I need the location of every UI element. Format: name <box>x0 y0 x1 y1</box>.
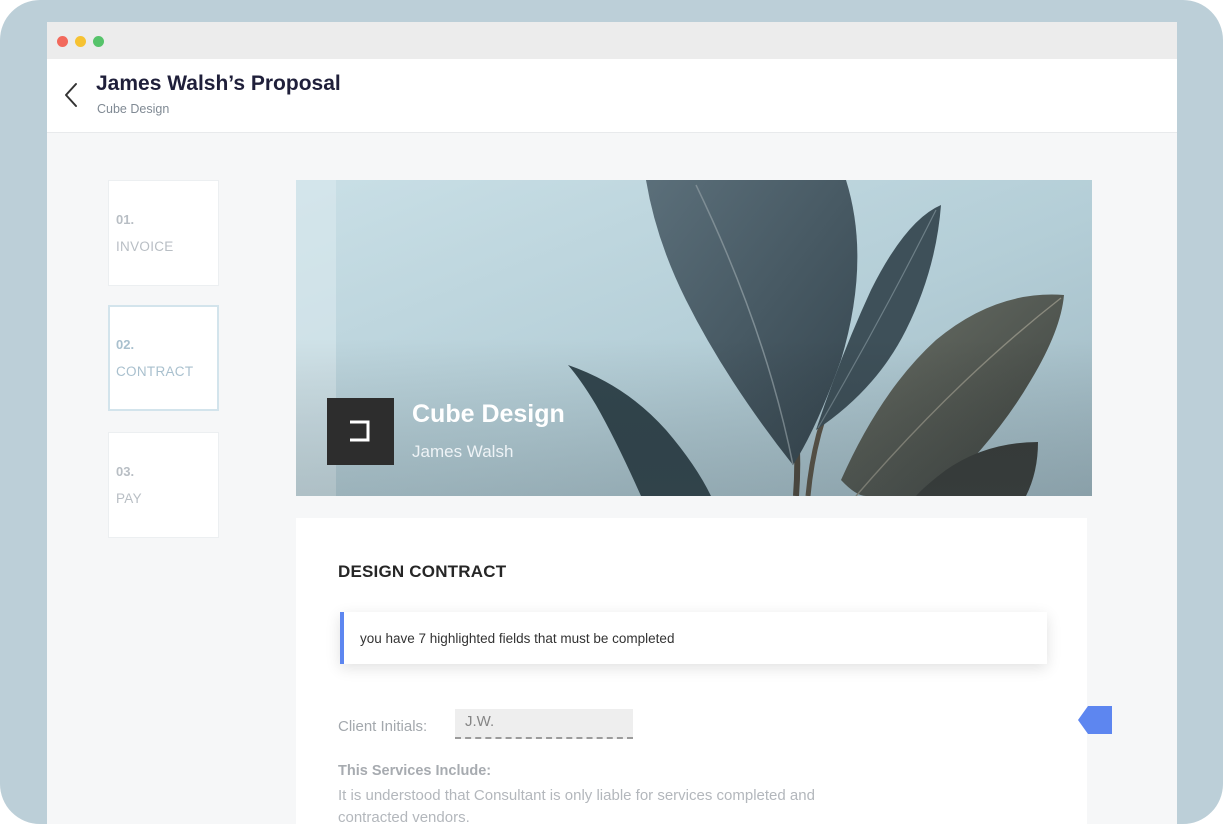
page-subtitle: Cube Design <box>97 102 170 116</box>
step-number: 02. <box>116 337 135 352</box>
field-marker-tag-icon[interactable] <box>1078 706 1112 734</box>
minimize-window-button[interactable] <box>75 36 86 47</box>
client-initials-field[interactable]: J.W. <box>455 709 633 739</box>
notice-text: you have 7 highlighted fields that must … <box>360 631 675 646</box>
hero-company-name: Cube Design <box>412 400 565 428</box>
step-label: PAY <box>116 491 142 506</box>
page-title: James Walsh’s Proposal <box>96 72 341 95</box>
hero-client-name: James Walsh <box>412 442 514 461</box>
contract-title: DESIGN CONTRACT <box>338 562 507 581</box>
bracket-logo-icon <box>350 420 370 442</box>
client-initials-value: J.W. <box>465 713 495 730</box>
back-arrow-icon[interactable] <box>61 81 83 109</box>
company-logo <box>327 398 394 465</box>
step-pay[interactable]: 03. PAY <box>108 432 219 538</box>
client-initials-label: Client Initials: <box>338 718 428 735</box>
step-contract[interactable]: 02. CONTRACT <box>108 305 219 411</box>
app-window: James Walsh’s Proposal Cube Design 01. I… <box>47 22 1177 824</box>
services-heading: This Services Include: <box>338 763 492 779</box>
window-titlebar <box>47 22 1177 59</box>
step-label: CONTRACT <box>116 364 194 379</box>
close-window-button[interactable] <box>57 36 68 47</box>
step-label: INVOICE <box>116 239 174 254</box>
services-text: It is understood that Consultant is only… <box>338 787 815 824</box>
contract-card: DESIGN CONTRACT you have 7 highlighted f… <box>296 518 1112 824</box>
step-number: 03. <box>116 464 135 479</box>
notice-accent-bar <box>340 612 344 664</box>
step-invoice[interactable]: 01. INVOICE <box>108 180 219 286</box>
hero-banner: Cube Design James Walsh <box>296 180 1092 496</box>
device-frame: James Walsh’s Proposal Cube Design 01. I… <box>0 0 1223 824</box>
required-fields-notice: you have 7 highlighted fields that must … <box>340 612 1047 664</box>
maximize-window-button[interactable] <box>93 36 104 47</box>
page-header: James Walsh’s Proposal Cube Design <box>47 59 1177 133</box>
step-number: 01. <box>116 212 135 227</box>
